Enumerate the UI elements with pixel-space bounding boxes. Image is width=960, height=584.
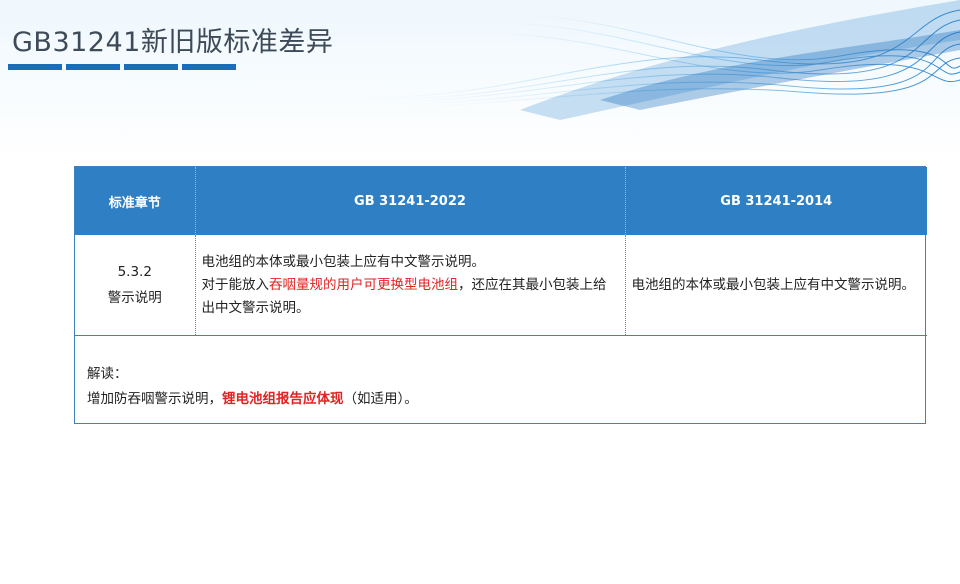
note-suffix: （如适用）。 bbox=[343, 391, 418, 407]
title-underline bbox=[8, 64, 240, 70]
old-standard-cell: 电池组的本体或最小包装上应有中文警示说明。 bbox=[624, 235, 927, 336]
table-header-row: 标准章节 GB 31241-2022 GB 31241-2014 bbox=[75, 167, 927, 235]
new-text-highlight: 吞咽量规的用户可更换型电池组 bbox=[269, 276, 458, 293]
new-standard-cell: 电池组的本体或最小包装上应有中文警示说明。 对于能放入吞咽量规的用户可更换型电池… bbox=[194, 235, 625, 336]
header-chapter: 标准章节 bbox=[75, 167, 195, 235]
old-text: 电池组的本体或最小包装上应有中文警示说明。 bbox=[631, 276, 916, 293]
note-text: 增加防吞咽警示说明，锂电池组报告应体现（如适用）。 bbox=[87, 387, 925, 412]
header-old-standard: GB 31241-2014 bbox=[624, 167, 927, 235]
interpretation-note: 解读： 增加防吞咽警示说明，锂电池组报告应体现（如适用）。 bbox=[75, 336, 925, 412]
chapter-number: 5.3.2 bbox=[117, 264, 152, 280]
chapter-name: 警示说明 bbox=[107, 290, 162, 306]
table-row: 5.3.2 警示说明 电池组的本体或最小包装上应有中文警示说明。 对于能放入吞咽… bbox=[75, 235, 927, 336]
note-prefix: 增加防吞咽警示说明， bbox=[87, 391, 222, 407]
note-highlight: 锂电池组报告应体现 bbox=[222, 391, 344, 407]
chapter-cell: 5.3.2 警示说明 bbox=[75, 235, 195, 336]
note-label: 解读： bbox=[87, 366, 128, 382]
new-text-line2: 对于能放入吞咽量规的用户可更换型电池组，还应在其最小包装上给出中文警示说明。 bbox=[202, 274, 619, 320]
header-new-standard: GB 31241-2022 bbox=[194, 167, 625, 235]
page-title: GB31241新旧版标准差异 bbox=[12, 27, 334, 58]
new-text-line1: 电池组的本体或最小包装上应有中文警示说明。 bbox=[201, 253, 486, 270]
comparison-table: 标准章节 GB 31241-2022 GB 31241-2014 5.3.2 警… bbox=[74, 166, 927, 424]
new-text-prefix: 对于能放入 bbox=[201, 276, 270, 293]
